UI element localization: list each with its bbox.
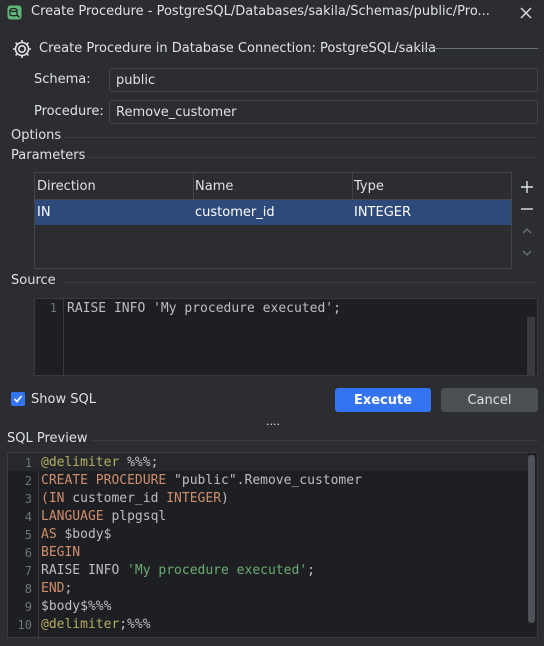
header-divider [424, 48, 538, 49]
database-app-icon [7, 5, 22, 20]
code-token: %%%; [119, 455, 159, 470]
parameters-table[interactable]: Direction Name Type IN customer_id INTEG… [34, 172, 512, 269]
line-number: 4 [24, 510, 32, 524]
cell-type[interactable]: INTEGER [352, 200, 511, 225]
code-token: plpgsql [103, 509, 167, 524]
code-token: $body$ [56, 527, 112, 542]
move-down-button[interactable] [518, 244, 536, 262]
move-up-button[interactable] [518, 222, 536, 240]
sql-preview-editor[interactable]: 1 @delimiter %%%; 2 CREATE PROCEDURE "publi… [7, 452, 538, 638]
code-token: LANGUAGE [41, 509, 104, 524]
code-text: CREATE PROCEDURE "public".Remove_custome… [41, 472, 362, 490]
line-number: 7 [24, 564, 32, 578]
minus-icon [521, 208, 533, 210]
code-token: END [41, 581, 65, 596]
code-line[interactable]: 7 RAISE INFO 'My procedure executed'; [8, 562, 537, 580]
code-line[interactable]: 2 CREATE PROCEDURE "public".Remove_custom… [8, 472, 537, 490]
checkmark-icon [13, 395, 23, 403]
code-line[interactable]: 3 (IN customer_id INTEGER) [8, 490, 537, 508]
code-token: ; [307, 563, 315, 578]
code-token: "public".Remove_customer [166, 473, 362, 488]
source-divider [62, 282, 538, 283]
code-token: AS [41, 527, 57, 542]
code-text: END; [41, 580, 72, 598]
code-line[interactable]: 6 BEGIN [8, 544, 537, 562]
code-token: ;%%% [119, 617, 151, 632]
plus-icon [521, 181, 533, 193]
vertical-scrollbar[interactable] [527, 317, 535, 375]
source-code-line[interactable]: RAISE INFO 'My procedure executed'; [67, 301, 341, 316]
line-number: 5 [24, 528, 32, 542]
sql-preview-section-title: SQL Preview [7, 431, 88, 446]
parameters-section-title: Parameters [11, 148, 86, 163]
options-divider [64, 137, 538, 138]
code-line[interactable]: 8 END; [8, 580, 537, 598]
source-editor[interactable]: 1 RAISE INFO 'My procedure executed'; [34, 298, 538, 376]
show-sql-checkbox[interactable] [11, 392, 25, 406]
execute-button[interactable]: Execute [335, 388, 431, 412]
code-text: (IN customer_id INTEGER) [41, 490, 229, 508]
chevron-down-icon [522, 250, 532, 256]
table-row[interactable]: IN customer_id INTEGER [35, 200, 511, 225]
column-header-direction[interactable]: Direction [35, 173, 193, 199]
line-number: 1 [24, 456, 32, 470]
code-token: ; [64, 581, 73, 596]
show-sql-label[interactable]: Show SQL [31, 392, 96, 407]
code-token: (IN [41, 491, 65, 506]
code-token: ) [221, 491, 229, 506]
vertical-scrollbar[interactable] [528, 455, 535, 623]
code-line[interactable]: 4 LANGUAGE plpgsql [8, 508, 537, 526]
schema-label: Schema: [34, 72, 91, 87]
code-line[interactable]: 9 $body$%%% [8, 598, 537, 616]
code-token: 'My procedure executed' [127, 563, 308, 578]
column-header-type[interactable]: Type [352, 173, 511, 199]
window-title: Create Procedure - PostgreSQL/Databases/… [31, 4, 490, 19]
code-token: customer_id [64, 491, 167, 506]
code-line[interactable]: 10 @delimiter;%%% [8, 616, 537, 634]
code-token: @delimiter [41, 455, 120, 470]
line-number: 8 [24, 582, 32, 596]
add-parameter-button[interactable] [518, 178, 536, 196]
line-number: 10 [17, 618, 32, 632]
code-token: CREATE PROCEDURE [41, 473, 167, 488]
code-text: LANGUAGE plpgsql [41, 508, 166, 526]
code-line[interactable]: 1 @delimiter %%%; [8, 454, 537, 472]
remove-parameter-button[interactable] [518, 200, 536, 218]
line-number: 1 [49, 301, 57, 315]
splitter-handle[interactable]: .... [265, 416, 281, 427]
close-icon [520, 7, 532, 19]
line-number: 6 [24, 546, 32, 560]
column-header-name[interactable]: Name [193, 173, 352, 199]
sql-preview-divider [92, 440, 538, 441]
code-token: BEGIN [41, 545, 81, 560]
code-text: @delimiter;%%% [41, 616, 151, 634]
chevron-up-icon [522, 228, 532, 234]
code-text: $body$%%% [41, 598, 111, 616]
close-button[interactable] [514, 2, 538, 24]
line-number: 9 [24, 600, 32, 614]
cancel-button[interactable]: Cancel [441, 388, 538, 412]
options-section-title[interactable]: Options [11, 128, 61, 143]
line-number: 2 [24, 474, 32, 488]
code-token: $body$%%% [41, 599, 112, 614]
code-text: @delimiter %%%; [41, 454, 158, 472]
procedure-label: Procedure: [34, 104, 104, 119]
source-section-title: Source [11, 273, 56, 288]
code-token: @delimiter [41, 617, 120, 632]
code-text: BEGIN [41, 544, 80, 562]
code-token: RAISE INFO [41, 563, 128, 578]
parameters-divider [87, 157, 538, 158]
code-text: RAISE INFO 'My procedure executed'; [41, 562, 315, 580]
line-number: 3 [24, 492, 32, 506]
table-header: Direction Name Type [35, 173, 511, 200]
code-text: AS $body$ [41, 526, 111, 544]
code-line[interactable]: 5 AS $body$ [8, 526, 537, 544]
gear-icon [11, 38, 33, 60]
cell-name[interactable]: customer_id [193, 200, 352, 225]
code-token: INTEGER [166, 491, 222, 506]
cell-direction[interactable]: IN [35, 200, 193, 225]
procedure-input[interactable] [109, 100, 538, 124]
dialog-header: Create Procedure in Database Connection:… [39, 41, 437, 56]
schema-input[interactable] [109, 68, 538, 92]
